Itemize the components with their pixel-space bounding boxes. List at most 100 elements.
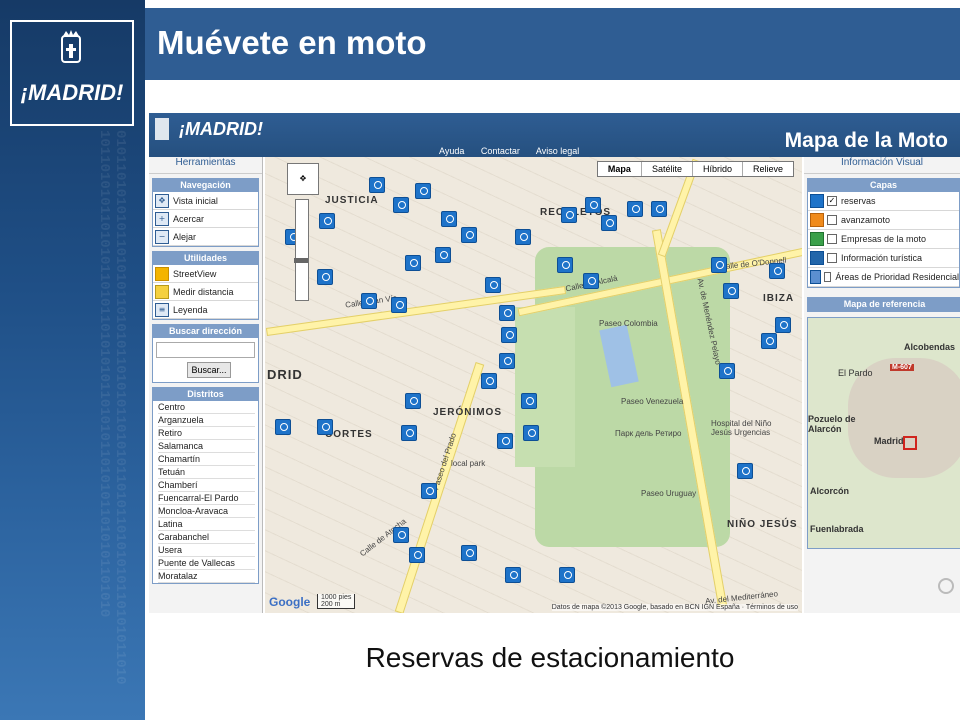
reference-map[interactable]: Alcobendas El Pardo M-607 Pozuelo de Ala… [807, 317, 960, 549]
reservation-marker[interactable] [651, 201, 667, 217]
reservation-marker[interactable] [775, 317, 791, 333]
district-item[interactable]: Usera [158, 545, 255, 557]
reservation-marker[interactable] [393, 197, 409, 213]
reservation-marker[interactable] [401, 425, 417, 441]
district-item[interactable]: Fuencarral-El Pardo [158, 493, 255, 505]
zoom-in-item[interactable]: + Acercar [153, 210, 258, 228]
reservation-marker[interactable] [559, 567, 575, 583]
reservation-marker[interactable] [501, 327, 517, 343]
zoom-slider-knob[interactable] [294, 258, 308, 263]
reservation-marker[interactable] [317, 269, 333, 285]
reservation-marker[interactable] [369, 177, 385, 193]
reservation-marker[interactable] [737, 463, 753, 479]
district-item[interactable]: Carabanchel [158, 532, 255, 544]
tab-visual-info[interactable]: Información Visual [804, 157, 960, 174]
reservation-marker[interactable] [499, 353, 515, 369]
reservation-marker[interactable] [557, 257, 573, 273]
area-icon [810, 270, 821, 284]
zoom-slider[interactable] [294, 199, 309, 301]
map-type-hybrid[interactable]: Híbrido [693, 162, 743, 176]
pan-control-icon[interactable]: ✥ [287, 163, 319, 195]
reservation-marker[interactable] [499, 305, 515, 321]
reservation-marker[interactable] [441, 211, 457, 227]
reservation-marker[interactable] [461, 545, 477, 561]
reservation-marker[interactable] [405, 393, 421, 409]
reservation-marker[interactable] [761, 333, 777, 349]
label-colombia: Paseo Colombia [599, 319, 658, 328]
address-input[interactable] [156, 342, 255, 358]
reservation-marker[interactable] [711, 257, 727, 273]
legal-link[interactable]: Aviso legal [536, 146, 579, 156]
reservation-marker[interactable] [405, 255, 421, 271]
initial-view-item[interactable]: ✥ Vista inicial [153, 192, 258, 210]
measure-item[interactable]: Medir distancia [153, 283, 258, 301]
district-item[interactable]: Salamanca [158, 441, 255, 453]
layer-checkbox[interactable] [827, 234, 837, 244]
district-item[interactable]: Chamberí [158, 480, 255, 492]
district-item[interactable]: Centro [158, 402, 255, 414]
layer-checkbox[interactable] [823, 272, 832, 282]
reservation-marker[interactable] [393, 527, 409, 543]
layer-checkbox[interactable] [827, 215, 837, 225]
reservation-marker[interactable] [719, 363, 735, 379]
reservation-marker[interactable] [521, 393, 537, 409]
reservation-marker[interactable] [421, 483, 437, 499]
layer-apr[interactable]: Áreas de Prioridad Residencial [808, 268, 959, 287]
reservation-marker[interactable] [515, 229, 531, 245]
reservation-marker[interactable] [523, 425, 539, 441]
layer-checkbox[interactable] [827, 253, 837, 263]
district-item[interactable]: Tetuán [158, 467, 255, 479]
ref-map-header: Mapa de referencia [807, 297, 960, 312]
district-item[interactable]: Puente de Vallecas [158, 558, 255, 570]
reservation-marker[interactable] [601, 215, 617, 231]
map-type-mapa[interactable]: Mapa [598, 162, 642, 176]
zoom-out-item[interactable]: − Alejar [153, 228, 258, 246]
reservation-marker[interactable] [497, 433, 513, 449]
reservation-marker[interactable] [317, 419, 333, 435]
ref-alcobendas: Alcobendas [904, 342, 956, 352]
reservation-marker[interactable] [391, 297, 407, 313]
map-type-satellite[interactable]: Satélite [642, 162, 693, 176]
district-item[interactable]: Moncloa-Aravaca [158, 506, 255, 518]
reservation-marker[interactable] [275, 419, 291, 435]
district-item[interactable]: Latina [158, 519, 255, 531]
slide-nav-icon[interactable] [938, 578, 954, 594]
reservation-marker[interactable] [435, 247, 451, 263]
reservation-marker[interactable] [583, 273, 599, 289]
reservation-marker[interactable] [585, 197, 601, 213]
district-item[interactable]: Retiro [158, 428, 255, 440]
district-item[interactable]: Moratalaz [158, 571, 255, 583]
map-type-relief[interactable]: Relieve [743, 162, 793, 176]
reservation-marker[interactable] [461, 227, 477, 243]
reservation-marker[interactable] [481, 373, 497, 389]
botanical-garden [515, 307, 575, 467]
reservation-marker[interactable] [769, 263, 785, 279]
reservation-marker[interactable] [505, 567, 521, 583]
search-button[interactable]: Buscar... [187, 362, 231, 378]
tab-tools[interactable]: Herramientas [149, 157, 262, 174]
reservation-marker[interactable] [361, 293, 377, 309]
layer-reservas[interactable]: ✓ reservas [808, 192, 959, 211]
layer-empresas[interactable]: Empresas de la moto [808, 230, 959, 249]
reservation-marker[interactable] [485, 277, 501, 293]
layer-turismo[interactable]: Información turística [808, 249, 959, 268]
streetview-item[interactable]: StreetView [153, 265, 258, 283]
legend-item[interactable]: ≡ Leyenda [153, 301, 258, 319]
reservation-marker[interactable] [627, 201, 643, 217]
contact-link[interactable]: Contactar [481, 146, 520, 156]
app-screenshot: ¡MADRID! Ayuda Contactar Aviso legal Map… [149, 113, 960, 613]
map-view[interactable]: JUSTICIA RECOLETOS IBIZA JERÓNIMOS CORTE… [265, 157, 802, 613]
layer-checkbox[interactable]: ✓ [827, 196, 837, 206]
district-item[interactable]: Arganzuela [158, 415, 255, 427]
district-item[interactable]: Chamartín [158, 454, 255, 466]
reservation-marker[interactable] [415, 183, 431, 199]
header-links: Ayuda Contactar Aviso legal [439, 146, 593, 156]
ref-alcorcon: Alcorcón [810, 486, 850, 496]
help-link[interactable]: Ayuda [439, 146, 464, 156]
layer-avanzamoto[interactable]: avanzamoto [808, 211, 959, 230]
reservation-marker[interactable] [723, 283, 739, 299]
reservation-marker[interactable] [319, 213, 335, 229]
reservation-marker[interactable] [561, 207, 577, 223]
reservation-marker[interactable] [409, 547, 425, 563]
initial-view-label: Vista inicial [173, 195, 218, 206]
